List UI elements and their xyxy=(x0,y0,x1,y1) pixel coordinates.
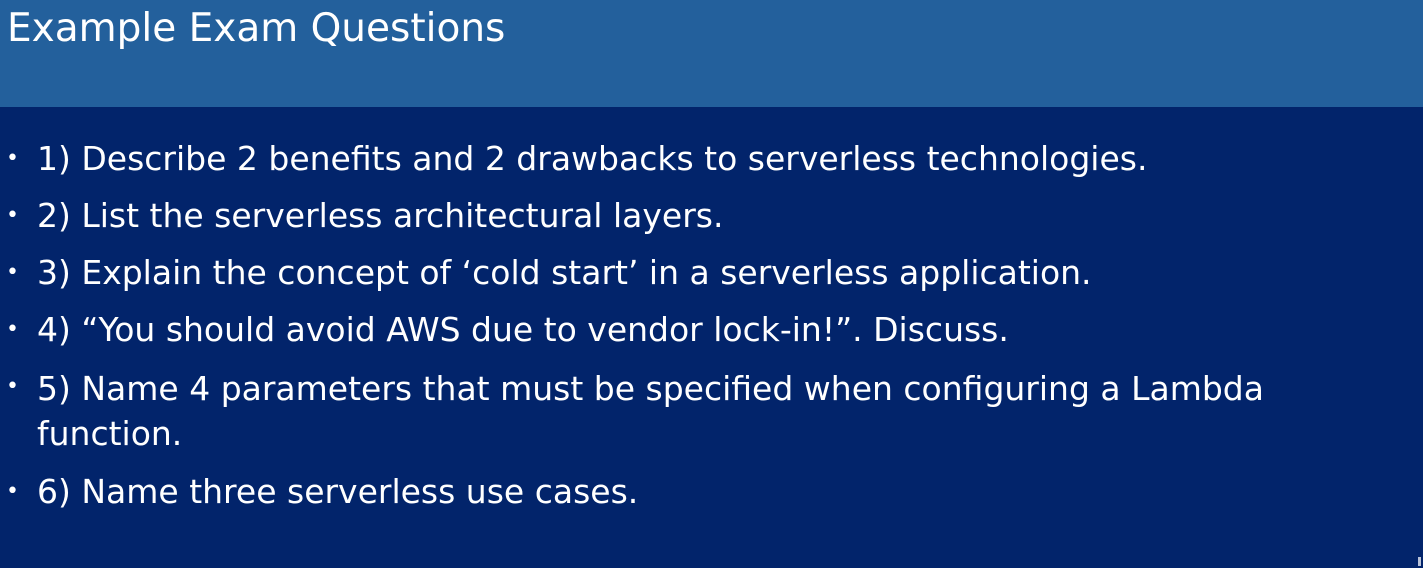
slide-title: Example Exam Questions xyxy=(7,6,506,51)
question-item: • 5) Name 4 parameters that must be spec… xyxy=(0,366,1423,456)
bullet-icon: • xyxy=(6,317,19,342)
question-item: • 2) List the serverless architectural l… xyxy=(0,195,1423,237)
question-item: • 1) Describe 2 benefits and 2 drawbacks… xyxy=(0,138,1423,180)
bullet-icon: • xyxy=(6,374,19,399)
bullet-icon: • xyxy=(6,203,19,228)
question-text: 3) Explain the concept of ‘cold start’ i… xyxy=(37,253,1092,292)
question-item: • 4) “You should avoid AWS due to vendor… xyxy=(0,309,1423,351)
bullet-icon: • xyxy=(6,260,19,285)
question-list: • 1) Describe 2 benefits and 2 drawbacks… xyxy=(0,138,1423,528)
question-text: 4) “You should avoid AWS due to vendor l… xyxy=(37,310,1009,349)
slide-body: • 1) Describe 2 benefits and 2 drawbacks… xyxy=(0,107,1423,568)
corner-mark xyxy=(1418,557,1421,566)
question-item: • 6) Name three serverless use cases. xyxy=(0,471,1423,513)
bullet-icon: • xyxy=(6,479,19,504)
title-bar: Example Exam Questions xyxy=(0,0,1423,107)
question-text: 6) Name three serverless use cases. xyxy=(37,472,639,511)
question-text: 2) List the serverless architectural lay… xyxy=(37,196,724,235)
bullet-icon: • xyxy=(6,146,19,171)
question-item: • 3) Explain the concept of ‘cold start’… xyxy=(0,252,1423,294)
question-text: 1) Describe 2 benefits and 2 drawbacks t… xyxy=(37,139,1148,178)
question-text: 5) Name 4 parameters that must be specif… xyxy=(37,369,1264,453)
